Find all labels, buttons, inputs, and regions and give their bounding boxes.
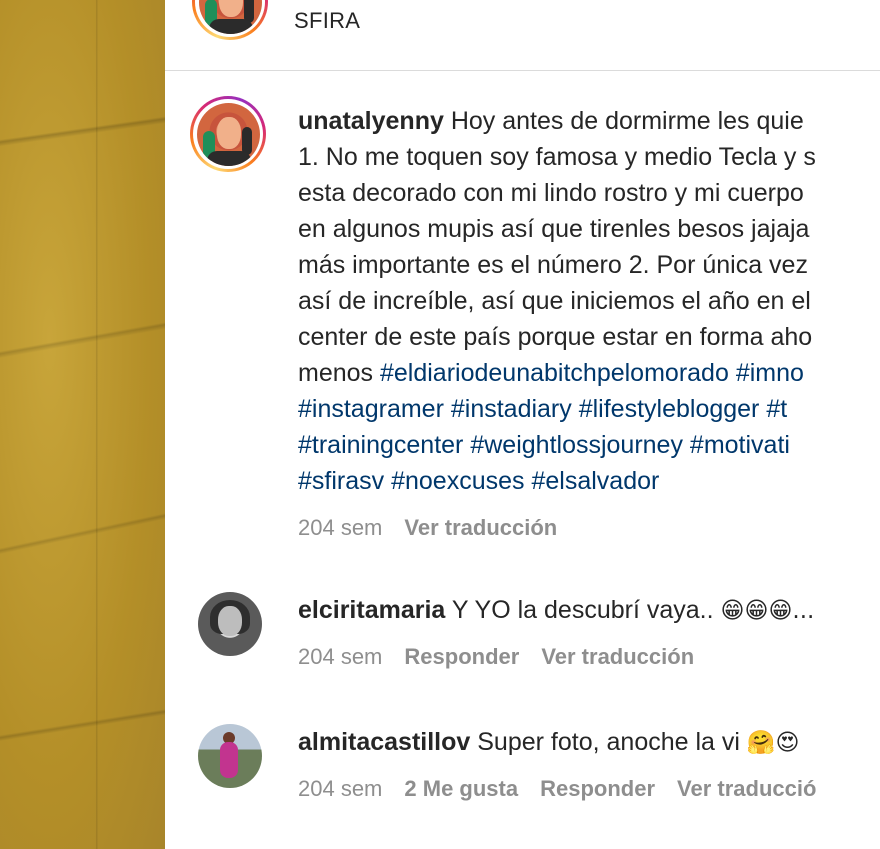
comment-body: Super foto, anoche la vi bbox=[470, 728, 747, 756]
caption-line: menos bbox=[298, 359, 380, 387]
comment-text: elciritamaria Y YO la descubrí vaya.. 😁😁… bbox=[298, 596, 814, 625]
hashtag-link[interactable]: #instadiary bbox=[451, 395, 572, 423]
caption-line: en algunos mupis así que tirenles besos … bbox=[298, 215, 810, 243]
reply-button[interactable]: Responder bbox=[540, 776, 655, 801]
hashtag-link[interactable]: #instagramer bbox=[298, 395, 444, 423]
comment-emoji: 😁😁😁... bbox=[720, 598, 815, 624]
post-caption: unatalyenny Hoy antes de dormirme les qu… bbox=[298, 103, 880, 499]
hashtag-link[interactable]: #eldiariodeunabitchpelomorado bbox=[380, 359, 729, 387]
header-username[interactable]: SFIRA bbox=[294, 8, 360, 34]
caption-line: 1. No me toquen soy famosa y medio Tecla… bbox=[298, 143, 816, 171]
comment-text: almitacastillov Super foto, anoche la vi… bbox=[298, 728, 800, 757]
hashtag-link[interactable]: #weightlossjourney bbox=[470, 431, 683, 459]
comment-timestamp[interactable]: 204 sem bbox=[298, 644, 382, 669]
hashtag-link[interactable]: #trainingcenter bbox=[298, 431, 463, 459]
translate-button[interactable]: Ver traducción bbox=[541, 644, 694, 669]
post-photo bbox=[0, 0, 165, 849]
comments-panel: SFIRA unatalyenny Hoy antes de dormirme … bbox=[165, 0, 880, 849]
post-author-avatar[interactable] bbox=[190, 96, 266, 172]
caption-line: center de este país porque estar en form… bbox=[298, 323, 813, 351]
post-author-username[interactable]: unatalyenny bbox=[298, 107, 444, 135]
comment-emoji: 🤗😍 bbox=[746, 730, 800, 756]
caption-line: así de increíble, así que iniciemos el a… bbox=[298, 287, 811, 315]
reply-button[interactable]: Responder bbox=[404, 644, 519, 669]
hashtag-link[interactable]: #t bbox=[766, 395, 787, 423]
post-meta: 204 sem Ver traducción bbox=[298, 515, 557, 541]
comment-meta: 204 sem Responder Ver traducción bbox=[298, 644, 694, 670]
hashtag-link[interactable]: #sfirasv bbox=[298, 467, 384, 495]
caption-line: más importante es el número 2. Por única… bbox=[298, 251, 808, 279]
comment-username[interactable]: almitacastillov bbox=[298, 728, 470, 756]
translate-button[interactable]: Ver traducció bbox=[677, 776, 816, 801]
hashtag-link[interactable]: #imno bbox=[736, 359, 804, 387]
caption-line: esta decorado con mi lindo rostro y mi c… bbox=[298, 179, 804, 207]
post-timestamp[interactable]: 204 sem bbox=[298, 515, 382, 540]
avatar[interactable] bbox=[198, 724, 262, 788]
caption-line: Hoy antes de dormirme les quie bbox=[443, 107, 804, 135]
comment-meta: 204 sem 2 Me gusta Responder Ver traducció bbox=[298, 776, 816, 802]
post-header: SFIRA bbox=[165, 0, 880, 71]
hashtag-link[interactable]: #noexcuses bbox=[391, 467, 524, 495]
hashtag-link[interactable]: #motivati bbox=[690, 431, 790, 459]
avatar[interactable] bbox=[198, 592, 262, 656]
header-avatar[interactable] bbox=[192, 0, 268, 40]
comment-body: Y YO la descubrí vaya.. bbox=[445, 596, 721, 624]
hashtag-link[interactable]: #elsalvador bbox=[531, 467, 659, 495]
likes-count[interactable]: 2 Me gusta bbox=[404, 776, 518, 801]
comment-timestamp[interactable]: 204 sem bbox=[298, 776, 382, 801]
translate-button[interactable]: Ver traducción bbox=[404, 515, 557, 540]
hashtag-link[interactable]: #lifestyleblogger bbox=[579, 395, 760, 423]
comment-username[interactable]: elciritamaria bbox=[298, 596, 445, 624]
